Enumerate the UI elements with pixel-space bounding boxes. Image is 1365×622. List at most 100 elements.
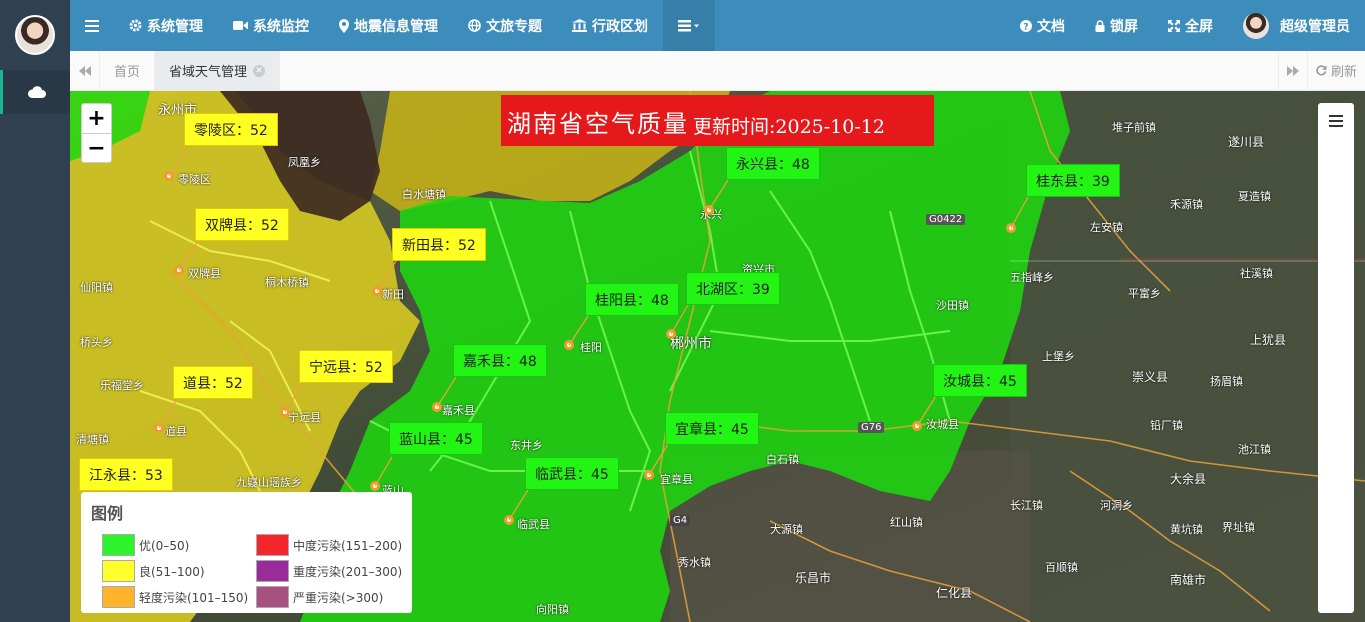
list-dropdown-icon <box>678 19 699 31</box>
map-marker[interactable] <box>1006 223 1016 233</box>
map-marker[interactable] <box>666 329 676 339</box>
docs-button[interactable]: ? 文档 <box>1005 0 1080 51</box>
aqi-label-jiangyong[interactable]: 江永县：53 <box>79 458 173 491</box>
zoom-in-button[interactable]: + <box>82 104 111 133</box>
tab-home[interactable]: 首页 <box>100 50 156 91</box>
place-label: 南雄市 <box>1170 573 1207 587</box>
place-label: 大余县 <box>1170 472 1207 486</box>
aqi-label-shuangpai[interactable]: 双牌县：52 <box>195 208 289 241</box>
nav-admin-division[interactable]: 行政区划 <box>557 0 663 51</box>
place-label: 道县 <box>165 425 187 438</box>
nav-more-dropdown[interactable] <box>663 0 715 51</box>
map-marker[interactable] <box>174 265 184 275</box>
double-chevron-right-icon <box>1286 65 1299 76</box>
user-name: 超级管理员 <box>1280 18 1350 35</box>
road-shield: G4 <box>670 515 691 526</box>
place-label: 向阳镇 <box>536 603 569 616</box>
sidebar-avatar-wrap <box>0 0 70 70</box>
place-label: 嘉禾县 <box>442 404 475 417</box>
aqi-label-yongxing[interactable]: 永兴县：48 <box>726 147 820 180</box>
place-label: 五指峰乡 <box>1010 271 1054 284</box>
place-label: 红山镇 <box>890 516 923 529</box>
legend-label: 严重污染(>300) <box>293 590 384 605</box>
map-marker[interactable] <box>704 205 714 215</box>
aqi-label-guiyang[interactable]: 桂阳县：48 <box>585 283 679 316</box>
fullscreen-button[interactable]: 全屏 <box>1153 0 1228 51</box>
topbar-right: ? 文档 锁屏 全屏 超级管理员 <box>1005 0 1365 51</box>
place-label: 仁化县 <box>936 586 973 600</box>
legend-item: 重度污染(201–300) <box>256 560 416 582</box>
legend-label: 优(0–50) <box>139 538 190 553</box>
bars-icon <box>85 19 99 32</box>
map-marker[interactable] <box>280 407 290 417</box>
aqi-label-yizhang[interactable]: 宜章县：45 <box>665 412 759 445</box>
menu-icon[interactable] <box>1329 115 1343 127</box>
map-marker[interactable] <box>504 515 514 525</box>
lock-screen-button[interactable]: 锁屏 <box>1080 0 1153 51</box>
legend-label: 重度污染(201–300) <box>293 564 403 579</box>
aqi-label-beihu[interactable]: 北湖区：39 <box>686 272 780 305</box>
map-marker[interactable] <box>154 423 164 433</box>
nav-earthquake-info[interactable]: 地震信息管理 <box>324 0 453 51</box>
place-label: 郴州市 <box>670 336 712 352</box>
legend-grid: 优(0–50) 中度污染(151–200) 良(51–100) 重度污染(201… <box>91 534 402 608</box>
place-label: 白水塘镇 <box>402 188 446 201</box>
aqi-label-linwu[interactable]: 临武县：45 <box>525 457 619 490</box>
map-marker[interactable] <box>644 470 654 480</box>
legend-item: 中度污染(151–200) <box>256 534 416 556</box>
svg-text:?: ? <box>1023 22 1028 32</box>
aqi-label-ningyuan[interactable]: 宁远县：52 <box>299 350 393 383</box>
place-label: 上犹县 <box>1250 333 1287 347</box>
map-marker[interactable] <box>564 340 574 350</box>
nav-culture-tourism[interactable]: 文旅专题 <box>453 0 557 51</box>
place-label: 乐昌市 <box>795 571 832 585</box>
legend-item: 良(51–100) <box>102 560 256 582</box>
nav-system-monitor[interactable]: 系统监控 <box>218 0 324 51</box>
close-icon[interactable]: ✕ <box>253 64 266 77</box>
aqi-label-rucheng[interactable]: 汝城县：45 <box>933 364 1027 397</box>
docs-label: 文档 <box>1037 18 1065 35</box>
tab-scroll-left-button[interactable] <box>70 50 100 91</box>
legend-swatch <box>256 534 289 556</box>
place-label: 扬眉镇 <box>1210 375 1243 388</box>
aqi-label-daoxian[interactable]: 道县：52 <box>173 366 253 399</box>
place-label: 零陵区 <box>178 173 211 186</box>
tab-scroll-right-button[interactable] <box>1277 50 1307 91</box>
nav-earthquake-info-label: 地震信息管理 <box>354 18 438 35</box>
aqi-label-xintian[interactable]: 新田县：52 <box>392 228 486 261</box>
map-marker[interactable] <box>372 286 382 296</box>
tab-weather-manage-label: 省域天气管理 <box>169 65 248 80</box>
avatar[interactable] <box>15 15 55 55</box>
legend-swatch <box>256 586 289 608</box>
refresh-button[interactable]: 刷新 <box>1306 50 1365 91</box>
place-label: 黄坑镇 <box>1170 523 1203 536</box>
legend-item: 轻度污染(101–150) <box>102 586 256 608</box>
place-label: 长江镇 <box>1010 499 1043 512</box>
aqi-label-lingling[interactable]: 零陵区：52 <box>184 113 278 146</box>
aqi-label-lanshan[interactable]: 蓝山县：45 <box>389 422 483 455</box>
map-marker[interactable] <box>912 421 922 431</box>
sidebar-item-weather[interactable] <box>0 70 70 114</box>
legend-swatch <box>102 560 135 582</box>
tab-weather-manage[interactable]: 省域天气管理 ✕ <box>155 50 281 91</box>
refresh-label: 刷新 <box>1330 65 1357 80</box>
place-label: 左安镇 <box>1090 221 1123 234</box>
map-marker[interactable] <box>370 481 380 491</box>
place-label: 沙田镇 <box>936 299 969 312</box>
weather-map[interactable]: 永州市 零陵区 双牌县 凤凰乡 白水塘镇 桐木桥镇 新田 资兴市 沙田镇 永兴 … <box>70 91 1365 622</box>
sidebar-toggle-button[interactable] <box>70 0 114 51</box>
aqi-label-guidong[interactable]: 桂东县：39 <box>1026 164 1120 197</box>
lock-icon <box>1095 19 1105 32</box>
aqi-label-jiahe[interactable]: 嘉禾县：48 <box>453 344 547 377</box>
place-label: 秀水镇 <box>678 556 711 569</box>
place-label: 上堡乡 <box>1042 350 1075 363</box>
zoom-out-button[interactable]: − <box>82 133 111 162</box>
place-label: 遂川县 <box>1228 135 1265 149</box>
nav-system-manage[interactable]: 系统管理 <box>114 0 218 51</box>
place-label: 界址镇 <box>1222 521 1255 534</box>
map-marker[interactable] <box>432 402 442 412</box>
map-marker[interactable] <box>164 171 174 181</box>
nav-system-monitor-label: 系统监控 <box>253 18 309 35</box>
user-menu[interactable]: 超级管理员 <box>1228 0 1365 51</box>
bank-icon <box>572 19 587 32</box>
